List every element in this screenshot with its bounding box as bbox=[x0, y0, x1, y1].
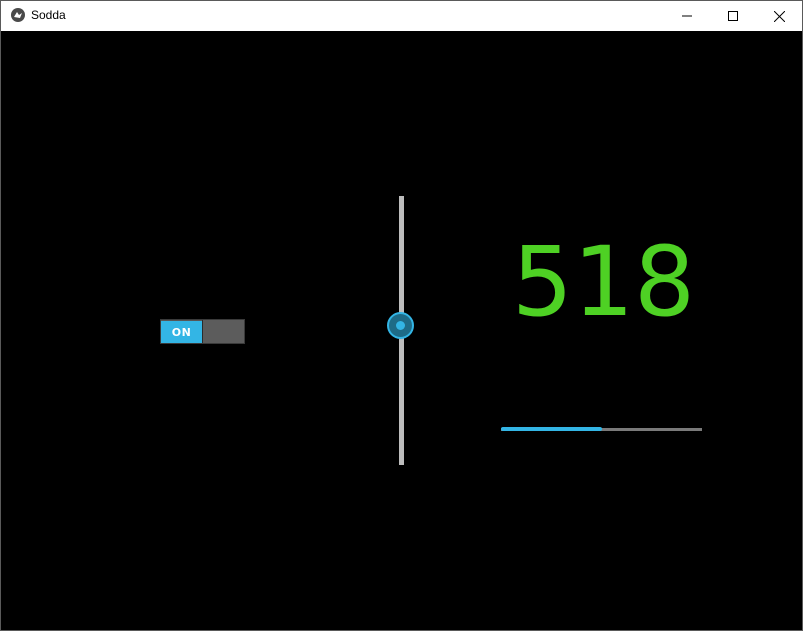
app-window: Sodda ON 518 bbox=[0, 0, 803, 631]
minimize-button[interactable] bbox=[664, 1, 710, 31]
slider-thumb[interactable] bbox=[387, 312, 414, 339]
on-off-switch[interactable]: ON bbox=[160, 319, 245, 344]
title-bar[interactable]: Sodda bbox=[1, 0, 802, 31]
maximize-button[interactable] bbox=[710, 1, 756, 31]
close-icon bbox=[773, 10, 785, 22]
progress-fill bbox=[501, 427, 602, 431]
switch-thumb[interactable] bbox=[202, 320, 244, 343]
kivy-app-icon bbox=[11, 8, 25, 22]
minimize-icon bbox=[682, 15, 692, 17]
window-title: Sodda bbox=[31, 8, 66, 22]
switch-on-label: ON bbox=[161, 321, 202, 343]
value-display: 518 bbox=[511, 226, 696, 338]
progress-bar bbox=[501, 427, 702, 431]
app-canvas: ON 518 bbox=[1, 31, 802, 630]
close-button[interactable] bbox=[756, 1, 802, 31]
vertical-slider[interactable] bbox=[385, 196, 419, 466]
maximize-icon bbox=[728, 11, 738, 21]
